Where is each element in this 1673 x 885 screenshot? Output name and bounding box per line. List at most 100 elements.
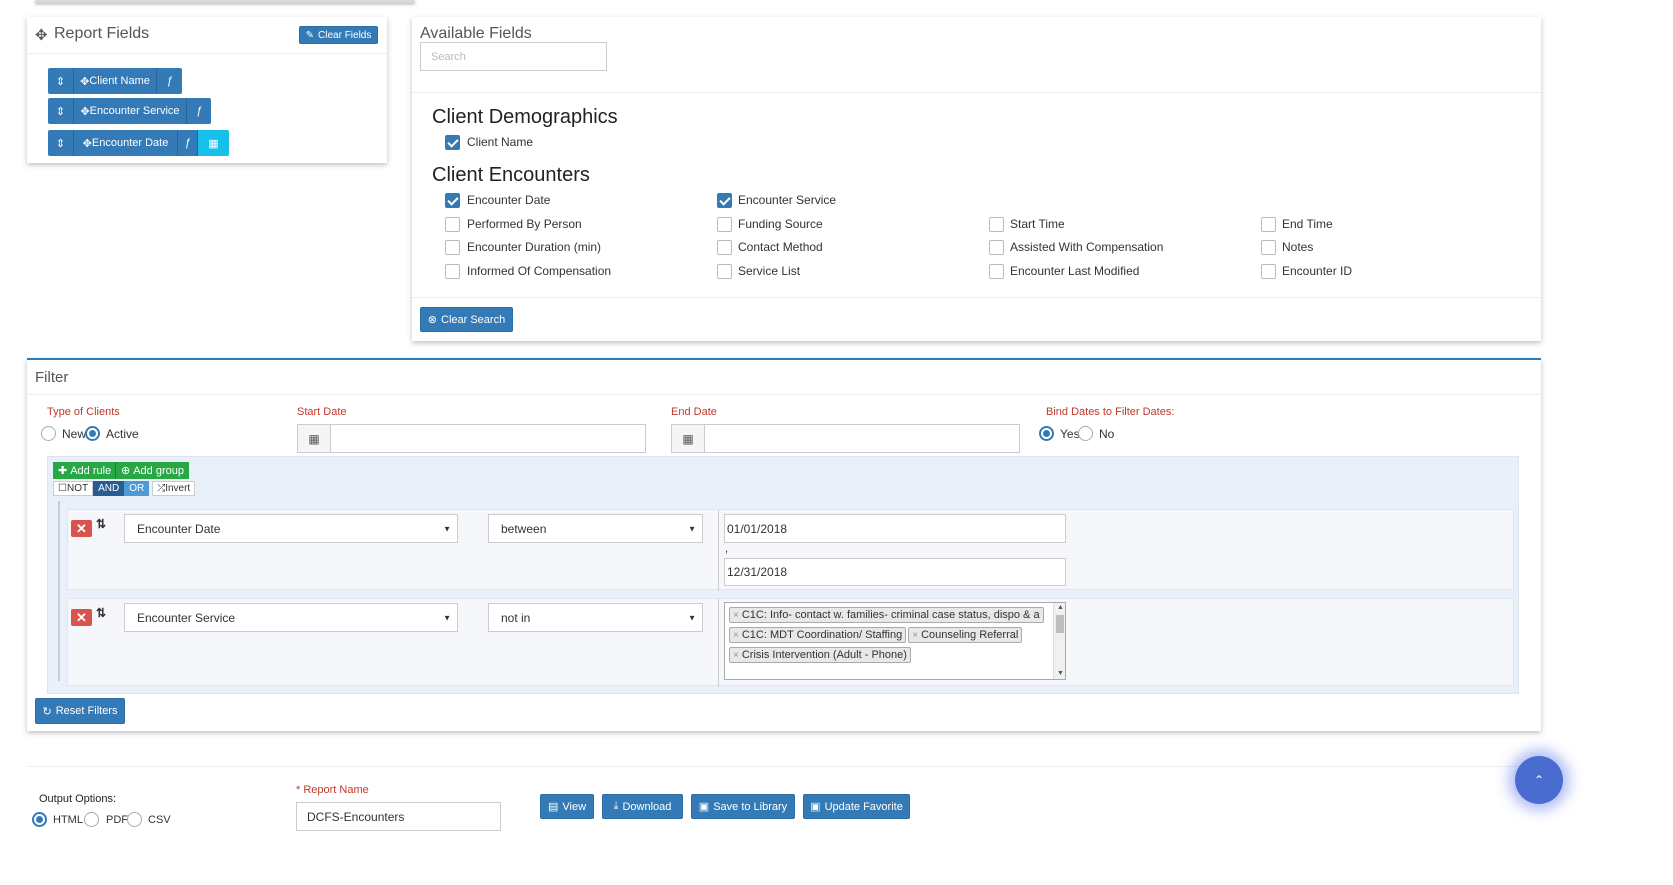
tag-label: Counseling Referral: [921, 629, 1019, 641]
checkbox-label: Encounter Date: [467, 193, 551, 207]
radio-html[interactable]: [32, 812, 47, 827]
value-separator: ,: [725, 543, 729, 555]
chevron-up-icon: ⌃: [1533, 773, 1545, 787]
move-icon: ✥: [35, 27, 48, 44]
remove-icon[interactable]: ×: [912, 630, 918, 641]
checkbox-label: Informed Of Compensation: [467, 264, 612, 278]
download-button[interactable]: ⤓ Download: [602, 794, 683, 819]
radio-yes[interactable]: [1039, 426, 1054, 441]
value-divider: [718, 510, 719, 591]
selected-tag[interactable]: × Crisis Intervention (Adult - Phone): [729, 647, 911, 663]
divider: [27, 394, 1541, 395]
checkbox-end-time[interactable]: [1261, 217, 1276, 232]
function-button[interactable]: ƒ: [157, 68, 182, 94]
radio-active[interactable]: [85, 426, 100, 441]
calendar-icon[interactable]: ▦: [297, 424, 331, 453]
calendar-icon[interactable]: ▦: [671, 424, 705, 453]
sort-handle-icon[interactable]: ⇕: [48, 130, 74, 156]
remove-icon[interactable]: ×: [733, 650, 739, 661]
rule-operator-select[interactable]: not in ▼: [488, 603, 703, 632]
checkbox-informed-of-compensation[interactable]: [445, 264, 460, 279]
checkbox-service-list[interactable]: [717, 264, 732, 279]
selected-tag[interactable]: × Counseling Referral: [908, 627, 1023, 643]
value-divider: [718, 599, 719, 687]
function-button[interactable]: ƒ: [187, 98, 211, 124]
clear-search-button[interactable]: ⊗ Clear Search: [420, 307, 513, 332]
selected-tag[interactable]: × C1C: Info- contact w. families- crimina…: [729, 607, 1044, 623]
selected-tag[interactable]: × C1C: MDT Coordination/ Staffing: [729, 627, 907, 643]
report-fields-panel: ✥ Report Fields ✎ Clear Fields ⇕ ✥ Client …: [27, 17, 387, 163]
remove-icon[interactable]: ×: [733, 630, 739, 641]
radio-new[interactable]: [41, 426, 56, 441]
report-name-input[interactable]: DCFS-Encounters: [296, 802, 501, 831]
type-of-clients-label: Type of Clients: [47, 406, 120, 418]
top-panel-edge: [35, 0, 415, 3]
radio-no[interactable]: [1078, 426, 1093, 441]
add-group-button[interactable]: ⊕ Add group: [115, 462, 189, 479]
scroll-up-icon[interactable]: ▲: [1057, 604, 1064, 611]
radio-csv[interactable]: [127, 812, 142, 827]
checkbox-funding-source[interactable]: [717, 217, 732, 232]
rule-value-start[interactable]: 01/01/2018: [724, 514, 1066, 543]
field-chip[interactable]: ✥ Encounter Service: [74, 98, 187, 124]
rule-operator-select[interactable]: between ▼: [488, 514, 703, 543]
add-rule-button[interactable]: ✚ Add rule: [53, 462, 117, 479]
sort-handle-icon[interactable]: ⇕: [48, 98, 74, 124]
remove-icon[interactable]: ×: [733, 610, 739, 621]
file-icon: ▤: [547, 801, 559, 813]
rule-field-select[interactable]: Encounter Date ▼: [124, 514, 458, 543]
reset-filters-button[interactable]: ↻ Reset Filters: [35, 698, 125, 724]
checkbox-client-name[interactable]: [445, 135, 460, 150]
rule-row: ✕ ⇅ Encounter Service ▼ not in ▼ × C1C: Inf…: [67, 598, 1514, 687]
sort-handle-icon[interactable]: ⇕: [48, 68, 74, 94]
delete-rule-button[interactable]: ✕: [71, 520, 92, 537]
checkbox-encounter-duration[interactable]: [445, 240, 460, 255]
save-to-library-button[interactable]: ▣ Save to Library: [691, 794, 795, 819]
select-value: Encounter Service: [137, 610, 236, 625]
report-field-client-name[interactable]: ⇕ ✥ Client Name ƒ: [48, 68, 182, 94]
and-toggle[interactable]: AND: [93, 481, 125, 496]
plus-circle-icon: ⊕: [121, 465, 131, 477]
delete-rule-button[interactable]: ✕: [71, 609, 92, 626]
not-toggle[interactable]: ☐ NOT: [53, 481, 94, 496]
filter-title: Filter: [35, 369, 69, 386]
checkbox-start-time[interactable]: [989, 217, 1004, 232]
scroll-thumb[interactable]: [1056, 615, 1064, 633]
scroll-down-icon[interactable]: ▼: [1057, 670, 1064, 677]
scrollbar[interactable]: ▲ ▼: [1053, 603, 1065, 679]
report-field-encounter-date[interactable]: ⇕ ✥ Encounter Date ƒ ▦: [48, 130, 229, 156]
checkbox-contact-method[interactable]: [717, 240, 732, 255]
end-date-input[interactable]: [704, 424, 1020, 453]
rule-value-end[interactable]: 12/31/2018: [724, 558, 1066, 586]
invert-toggle[interactable]: ⤮ Invert: [152, 481, 196, 496]
rule-field-select[interactable]: Encounter Service ▼: [124, 603, 458, 632]
sort-icon[interactable]: ⇅: [96, 606, 106, 620]
checkbox-performed-by-person[interactable]: [445, 217, 460, 232]
field-chip[interactable]: ✥ Client Name: [74, 68, 157, 94]
search-input[interactable]: Search: [420, 42, 607, 71]
multi-select-box[interactable]: × C1C: Info- contact w. families- crimina…: [724, 602, 1066, 680]
select-value: between: [501, 521, 547, 536]
checkbox-label: Performed By Person: [467, 217, 582, 231]
clear-fields-button[interactable]: ✎ Clear Fields: [299, 26, 378, 44]
checkbox-encounter-id[interactable]: [1261, 264, 1276, 279]
report-field-encounter-service[interactable]: ⇕ ✥ Encounter Service ƒ: [48, 98, 211, 124]
scroll-to-top-button[interactable]: ⌃: [1515, 756, 1563, 804]
calendar-icon[interactable]: ▦: [198, 130, 229, 156]
radio-pdf[interactable]: [84, 812, 99, 827]
sort-icon[interactable]: ⇅: [96, 517, 106, 531]
refresh-icon: ↻: [42, 705, 52, 718]
update-favorite-button[interactable]: ▣ Update Favorite: [803, 794, 910, 819]
or-toggle[interactable]: OR: [124, 481, 150, 496]
start-date-input[interactable]: [330, 424, 646, 453]
field-chip[interactable]: ✥ Encounter Date: [74, 130, 178, 156]
view-button[interactable]: ▤ View: [540, 794, 594, 819]
checkbox-encounter-last-modified[interactable]: [989, 264, 1004, 279]
tag-label: C1C: Info- contact w. families- criminal…: [741, 609, 1040, 621]
checkbox-notes[interactable]: [1261, 240, 1276, 255]
function-button[interactable]: ƒ: [178, 130, 198, 156]
checkbox-assisted-with-compensation[interactable]: [989, 240, 1004, 255]
radio-label-new: New: [62, 427, 87, 441]
checkbox-encounter-date[interactable]: [445, 193, 460, 208]
checkbox-encounter-service[interactable]: [717, 193, 732, 208]
